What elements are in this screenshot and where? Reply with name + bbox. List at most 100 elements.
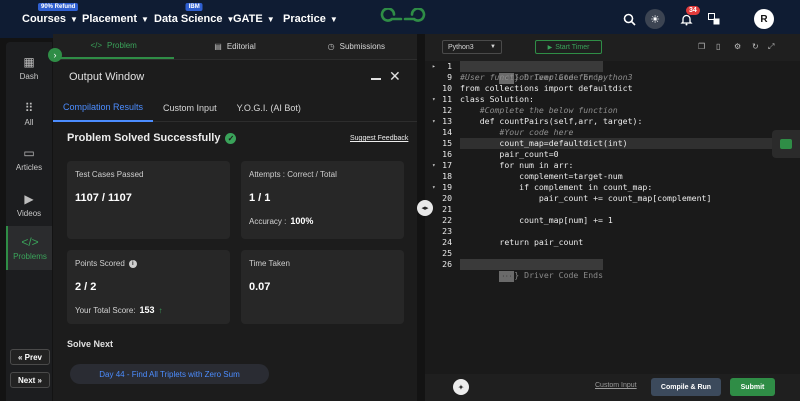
code-line[interactable]: count_map[num] += 1 bbox=[460, 215, 613, 226]
folded-driver-code-bottom[interactable]: ···} Driver Code Ends bbox=[460, 259, 604, 282]
tab-custom-input[interactable]: Custom Input bbox=[153, 94, 227, 122]
chevron-down-icon: ▼ bbox=[329, 14, 338, 24]
code-line[interactable]: def countPairs(self,arr, target): bbox=[460, 116, 643, 127]
panel-splitter[interactable] bbox=[417, 34, 425, 401]
nav-placement-label: Placement bbox=[82, 13, 138, 25]
rail-item-dash[interactable]: ▦ Dash bbox=[6, 48, 52, 88]
accuracy-label: Accuracy : bbox=[249, 216, 287, 226]
nav-gate-label: GATE bbox=[233, 13, 263, 25]
code-text[interactable]: ···} Driver Code Ends ···} Driver Code E… bbox=[460, 61, 800, 374]
line-number: 10 bbox=[442, 83, 452, 93]
rail-item-articles[interactable]: ▭ Articles bbox=[6, 139, 52, 179]
accuracy-value: 100% bbox=[290, 216, 314, 226]
code-line[interactable]: #Complete the below function bbox=[460, 105, 618, 116]
tab-submissions[interactable]: ◷ Submissions bbox=[296, 34, 417, 59]
theme-toggle-icon[interactable]: ☀ bbox=[645, 9, 665, 29]
tab-yogi-ai-bot[interactable]: Y.O.G.I. (AI Bot) bbox=[227, 94, 311, 122]
file-icon[interactable]: ▯ bbox=[716, 42, 720, 51]
resize-handle-icon[interactable]: ◂▸ bbox=[417, 200, 433, 216]
rail-item-label: Articles bbox=[15, 163, 43, 172]
bell-icon[interactable]: 34 bbox=[676, 6, 700, 29]
code-line[interactable]: complement=target-num bbox=[460, 171, 623, 182]
fold-arrow-icon[interactable]: ▾ bbox=[432, 118, 436, 125]
line-number: 24 bbox=[442, 237, 452, 247]
code-line[interactable]: if complement in count_map: bbox=[460, 182, 652, 193]
rail-item-label: Videos bbox=[16, 209, 42, 218]
output-tabs: Compilation Results Custom Input Y.O.G.I… bbox=[53, 94, 417, 122]
refund-badge: 90% Refund bbox=[38, 3, 79, 11]
fold-arrow-icon[interactable]: ▾ bbox=[432, 184, 436, 191]
code-line[interactable]: pair_count += count_map[complement] bbox=[460, 193, 712, 204]
fold-arrow-icon[interactable]: ▸ bbox=[432, 63, 436, 70]
line-number: 15 bbox=[442, 138, 452, 148]
code-icon: </> bbox=[21, 235, 39, 249]
code-line[interactable]: from collections import defaultdict bbox=[460, 83, 633, 94]
attempts-value: 1 / 1 bbox=[249, 192, 271, 204]
rail-item-videos[interactable]: ▶ Videos bbox=[6, 185, 52, 225]
reset-icon[interactable]: ↻ bbox=[752, 42, 759, 51]
next-problem-link[interactable]: Day 44 - Find All Triplets with Zero Sum bbox=[70, 364, 269, 384]
total-score-label: Your Total Score: bbox=[75, 305, 136, 315]
expand-rail-icon[interactable]: › bbox=[48, 48, 62, 62]
line-number: 13 bbox=[442, 116, 452, 126]
nav-placement[interactable]: Placement ▼ bbox=[82, 0, 149, 38]
code-line[interactable]: pair_count=0 bbox=[460, 149, 558, 160]
search-icon[interactable] bbox=[619, 9, 639, 29]
rail-item-all[interactable]: ⠿ All bbox=[6, 94, 52, 134]
language-select[interactable]: Python3 ▼ bbox=[442, 40, 502, 54]
fullscreen-icon[interactable]: ⤢ bbox=[768, 42, 774, 52]
suggest-feedback-link[interactable]: Suggest Feedback bbox=[350, 135, 408, 142]
next-button[interactable]: Next » bbox=[10, 372, 50, 388]
nav-data-science-label: Data Science bbox=[154, 13, 223, 25]
code-line[interactable]: for num in arr: bbox=[460, 160, 573, 171]
code-line[interactable]: #User function Template for python3 bbox=[460, 72, 633, 83]
close-icon[interactable]: ✕ bbox=[389, 68, 401, 85]
nav-data-science[interactable]: IBM Data Science ▼ bbox=[154, 0, 234, 38]
tab-editorial[interactable]: ▤ Editorial bbox=[174, 34, 295, 59]
attempts-card: Attempts : Correct / Total 1 / 1 Accurac… bbox=[241, 161, 404, 239]
lightbulb-icon[interactable]: ✦ bbox=[453, 379, 469, 395]
nav-practice[interactable]: Practice ▼ bbox=[283, 0, 338, 38]
code-line[interactable]: count_map=defaultdict(int) bbox=[460, 138, 800, 149]
chat-icon[interactable] bbox=[772, 130, 800, 158]
start-timer-button[interactable]: ▶ Start Timer bbox=[535, 40, 602, 54]
nav-courses[interactable]: 90% Refund Courses ▼ bbox=[22, 0, 79, 38]
custom-input-button[interactable]: Custom Input bbox=[595, 382, 637, 389]
tab-compilation-results[interactable]: Compilation Results bbox=[53, 94, 154, 122]
notification-count-badge: 34 bbox=[686, 6, 700, 15]
info-icon[interactable]: i bbox=[128, 259, 137, 268]
code-line[interactable]: return pair_count bbox=[460, 237, 583, 248]
total-score-row: Your Total Score: 153 ↑ bbox=[75, 305, 163, 315]
fold-arrow-icon[interactable]: ▾ bbox=[432, 162, 436, 169]
tab-problem[interactable]: </> Problem bbox=[53, 34, 175, 59]
book-icon: ▭ bbox=[23, 146, 35, 160]
code-line[interactable]: #Your code here bbox=[460, 127, 573, 138]
fold-arrow-icon[interactable]: ▾ bbox=[432, 96, 436, 103]
document-icon: ▤ bbox=[214, 42, 222, 51]
gfg-logo[interactable] bbox=[380, 8, 426, 30]
rail-item-problems[interactable]: </> Problems bbox=[6, 226, 52, 270]
code-editor-panel: Python3 ▼ ▶ Start Timer ❐ ▯ ⚙ ↻ ⤢ 1 ▸ 91… bbox=[425, 34, 800, 401]
prev-button[interactable]: « Prev bbox=[10, 349, 50, 365]
nav-courses-label: Courses bbox=[22, 13, 67, 25]
output-window-title: Output Window bbox=[69, 71, 145, 83]
copy-icon[interactable]: ❐ bbox=[698, 42, 705, 51]
line-number: 11 bbox=[442, 94, 452, 104]
line-number: 18 bbox=[442, 171, 452, 181]
top-navbar: 90% Refund Courses ▼ Placement ▼ IBM Dat… bbox=[0, 0, 800, 38]
translate-icon[interactable] bbox=[704, 9, 724, 29]
avatar[interactable]: R bbox=[754, 9, 774, 29]
line-number: 17 bbox=[442, 160, 452, 170]
tab-label: Problem bbox=[107, 41, 137, 50]
folded-driver-code-top[interactable]: ···} Driver Code Ends bbox=[460, 61, 604, 84]
nav-gate[interactable]: GATE ▼ bbox=[233, 0, 275, 38]
minimize-icon[interactable] bbox=[371, 78, 381, 80]
code-line[interactable]: class Solution: bbox=[460, 94, 534, 105]
compile-run-button[interactable]: Compile & Run bbox=[651, 378, 721, 396]
submit-button[interactable]: Submit bbox=[730, 378, 775, 396]
status-text: Problem Solved Successfully bbox=[67, 132, 221, 144]
settings-icon[interactable]: ⚙ bbox=[734, 42, 741, 51]
left-rail: ▦ Dash ⠿ All ▭ Articles ▶ Videos </> Pro… bbox=[6, 42, 52, 401]
output-window: Output Window ✕ Compilation Results Cust… bbox=[53, 60, 417, 401]
code-area[interactable]: 1 ▸ 9 10 11 ▾ 12 13 ▾ 14 15 16 17 ▾ 18 19 ▾ 20 21 22 23 24 2… bbox=[425, 61, 800, 374]
